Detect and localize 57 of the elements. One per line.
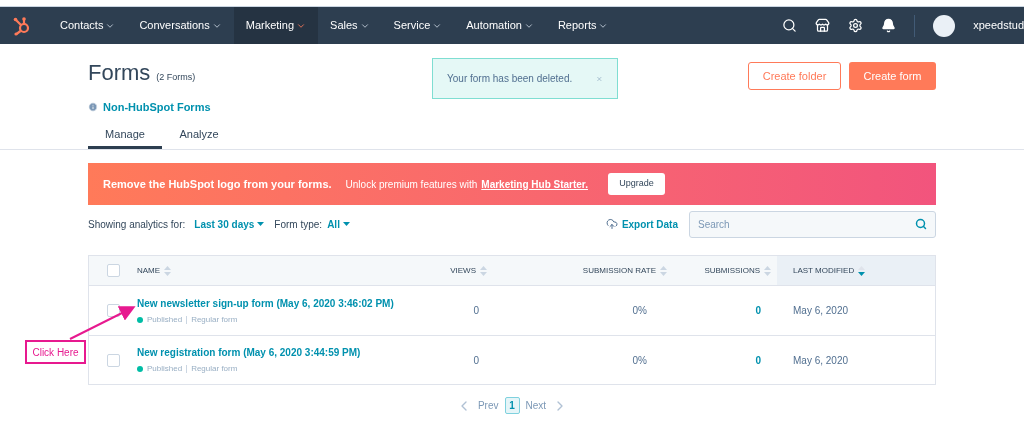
submissions-value[interactable]: 0 [673, 352, 777, 368]
status-text: Published [147, 313, 183, 326]
page-title: Forms [88, 62, 151, 84]
row-checkbox[interactable] [106, 304, 120, 317]
form-type-text: Regular form [191, 363, 238, 375]
row-checkbox[interactable] [106, 353, 120, 367]
column-header[interactable]: SUBMISSIONS [673, 256, 777, 285]
nav-item[interactable]: Automation [454, 7, 546, 44]
rate-value: 0% [631, 304, 648, 318]
search-field[interactable]: Search [689, 210, 936, 238]
column-header[interactable]: VIEWS [405, 256, 493, 285]
submissions-value[interactable]: 0 [673, 303, 777, 318]
settings-icon[interactable] [848, 18, 864, 33]
avatar[interactable] [933, 14, 956, 37]
form-type-dropdown[interactable]: All [327, 216, 350, 232]
nav-item[interactable]: Sales [318, 7, 382, 44]
nav-item[interactable]: Contacts [48, 7, 128, 44]
last-modified-value: May 6, 2020 [792, 353, 850, 368]
column-header[interactable]: NAME [137, 256, 405, 285]
banner-text: Unlock premium features with [345, 177, 478, 192]
cloud-icon [605, 218, 618, 230]
form-type-label: Form type: [274, 217, 323, 232]
search-icon[interactable] [782, 18, 798, 33]
annotation-arrow [69, 306, 136, 340]
toast-message: Your form has been deleted. [447, 72, 573, 86]
status-text: Published [147, 363, 183, 375]
views-value: 0 [472, 304, 480, 318]
click-here-callout: Click Here [25, 340, 86, 364]
date-range-dropdown[interactable]: Last 30 days [194, 216, 265, 232]
analytics-label: Showing analytics for: [88, 217, 186, 232]
form-type-text: Regular form [191, 313, 238, 326]
export-data-button[interactable]: Export Data [605, 216, 678, 232]
logo-icon [12, 15, 32, 36]
non-hubspot-forms-link[interactable]: Non-HubSpot Forms [103, 98, 211, 115]
column-header[interactable]: SUBMISSION RATE [493, 256, 673, 285]
views-value: 0 [472, 353, 480, 368]
column-header[interactable]: LAST MODIFIED [777, 256, 935, 285]
nav-item[interactable]: Conversations [127, 7, 234, 44]
notifications-icon[interactable] [881, 18, 897, 33]
tab[interactable]: Manage [88, 122, 162, 149]
tab[interactable]: Analyze [162, 122, 236, 149]
nav-item[interactable]: Service [381, 7, 455, 44]
select-all-checkbox[interactable] [106, 264, 120, 277]
user-name[interactable]: xpeedstud [973, 17, 1024, 34]
last-modified-value: May 6, 2020 [792, 304, 850, 318]
caret-icon [257, 222, 265, 226]
nav-item[interactable]: Marketing [233, 7, 319, 44]
banner-headline: Remove the HubSpot logo from your forms. [103, 176, 332, 192]
upgrade-button[interactable]: Upgrade [608, 173, 665, 195]
store-icon[interactable] [815, 18, 831, 33]
rate-value: 0% [631, 353, 648, 368]
form-name-link[interactable]: New registration form (May 6, 2020 3:44:59 PM) [137, 345, 405, 360]
form-count: (2 Forms) [156, 71, 196, 84]
form-name-link[interactable]: New newsletter sign-up form (May 6, 2020 3:46:02 PM) [137, 295, 405, 311]
nav-item[interactable]: Reports [545, 7, 621, 44]
caret-icon [342, 222, 350, 226]
info-icon [88, 101, 98, 112]
